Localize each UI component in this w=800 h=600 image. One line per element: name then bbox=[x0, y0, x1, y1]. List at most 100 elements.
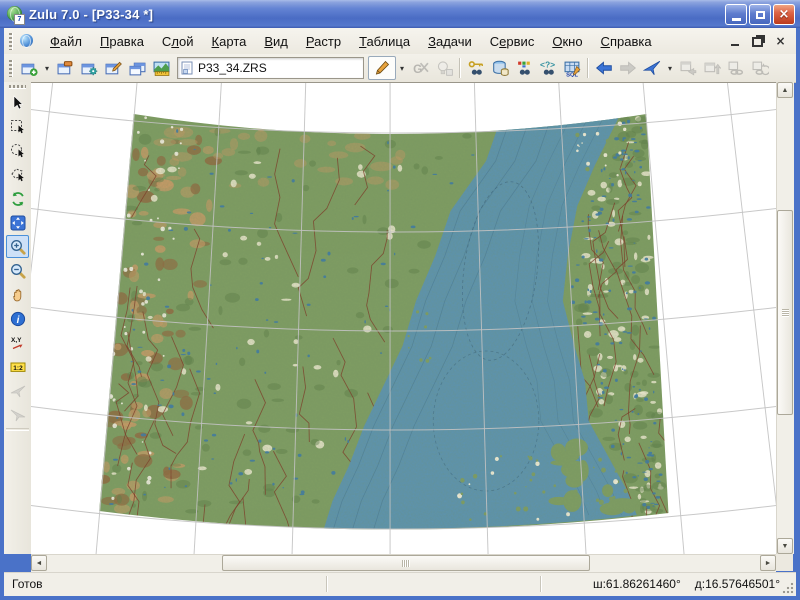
scroll-left-icon: ◄ bbox=[36, 560, 43, 567]
thumb-grip bbox=[402, 560, 410, 567]
menu-item-Вид[interactable]: Вид bbox=[255, 30, 297, 53]
zoom-out-tool-button[interactable] bbox=[6, 259, 29, 282]
refresh-link-button[interactable] bbox=[748, 57, 772, 80]
refresh-icon bbox=[10, 191, 26, 207]
vertical-scroll-thumb[interactable] bbox=[777, 210, 793, 415]
find-by-attribute-button[interactable] bbox=[512, 57, 536, 80]
bookmark-dropdown[interactable]: ▾ bbox=[664, 57, 676, 80]
map-raster bbox=[31, 83, 776, 555]
scroll-right-icon: ► bbox=[765, 560, 772, 567]
dropdown-icon: ▾ bbox=[665, 64, 676, 73]
group-edit-button[interactable]: G bbox=[408, 57, 432, 80]
pan-tool-button[interactable] bbox=[6, 283, 29, 306]
back-arrow-icon bbox=[595, 59, 613, 77]
minimize-icon bbox=[732, 18, 741, 21]
menu-item-Файл[interactable]: Файл bbox=[41, 30, 91, 53]
longitude-readout: д:16.57646501° bbox=[695, 577, 780, 591]
mdi-restore-button[interactable] bbox=[748, 32, 767, 49]
forward-button[interactable] bbox=[616, 57, 640, 80]
refresh-tool-button[interactable] bbox=[6, 187, 29, 210]
dropdown-icon: ▾ bbox=[42, 64, 53, 73]
resize-grip[interactable] bbox=[782, 582, 795, 595]
status-bar: Готов ш:61.86261460° д:16.57646501° bbox=[4, 572, 796, 596]
find-in-database-button[interactable] bbox=[488, 57, 512, 80]
dart-blue-icon bbox=[643, 59, 661, 77]
raster-button[interactable] bbox=[149, 57, 173, 80]
zoom-in-tool-button[interactable] bbox=[6, 235, 29, 258]
maximize-button[interactable] bbox=[749, 4, 771, 25]
select-polygon-tool-button[interactable] bbox=[6, 163, 29, 186]
select-circle-icon bbox=[10, 143, 26, 159]
back-button[interactable] bbox=[592, 57, 616, 80]
toolbar-grip[interactable] bbox=[9, 60, 13, 77]
menu-item-Задачи[interactable]: Задачи bbox=[419, 30, 481, 53]
edit-mode-dropdown[interactable]: ▾ bbox=[396, 57, 408, 80]
edit-mode-button[interactable] bbox=[368, 56, 396, 80]
horizontal-scroll-thumb[interactable] bbox=[222, 555, 590, 571]
info-tool-button[interactable]: i bbox=[6, 307, 29, 330]
fly-tool-button[interactable] bbox=[6, 379, 29, 402]
menu-item-Слой[interactable]: Слой bbox=[153, 30, 203, 53]
menu-item-Правка[interactable]: Правка bbox=[91, 30, 153, 53]
scroll-right-button[interactable]: ► bbox=[760, 555, 776, 571]
scale-tool-button[interactable]: 1:2 bbox=[6, 355, 29, 378]
pointer-tool-button[interactable] bbox=[6, 91, 29, 114]
pencil-icon bbox=[374, 60, 390, 76]
latitude-readout: ш:61.86261460° bbox=[593, 577, 681, 591]
status-divider bbox=[540, 576, 542, 592]
menu-item-Окно[interactable]: Окно bbox=[543, 30, 591, 53]
scroll-down-icon: ▼ bbox=[782, 543, 789, 550]
menu-item-Карта[interactable]: Карта bbox=[203, 30, 256, 53]
map-recent-button[interactable] bbox=[53, 57, 77, 80]
pointer-icon bbox=[10, 95, 26, 111]
scale-icon: 1:2 bbox=[10, 359, 26, 375]
open-map-button[interactable] bbox=[17, 57, 41, 80]
close-button[interactable]: × bbox=[773, 4, 795, 25]
mdi-close-button[interactable]: × bbox=[771, 32, 790, 49]
dock-grip[interactable] bbox=[9, 85, 26, 89]
find-by-code-button[interactable]: <?> bbox=[536, 57, 560, 80]
goto-xy-tool-button[interactable]: X,Y bbox=[6, 331, 29, 354]
full-extent-tool-button[interactable] bbox=[6, 211, 29, 234]
map-canvas[interactable] bbox=[31, 82, 776, 555]
document-globe-icon[interactable] bbox=[19, 33, 35, 49]
sql-query-button[interactable]: SQL bbox=[560, 57, 584, 80]
export-window-button[interactable] bbox=[676, 57, 700, 80]
menu-item-Растр[interactable]: Растр bbox=[297, 30, 350, 53]
menu-item-Таблица[interactable]: Таблица bbox=[350, 30, 419, 53]
vertical-scrollbar[interactable]: ▲ ▼ bbox=[776, 82, 794, 554]
info-icon: i bbox=[10, 311, 26, 327]
scroll-left-button[interactable]: ◄ bbox=[31, 555, 47, 571]
find-by-id-button[interactable] bbox=[464, 57, 488, 80]
map-properties-button[interactable] bbox=[77, 57, 101, 80]
menu-item-Сервис[interactable]: Сервис bbox=[481, 30, 544, 53]
map-gear-icon bbox=[81, 60, 98, 77]
scrollbar-corner bbox=[776, 554, 793, 571]
scroll-up-button[interactable]: ▲ bbox=[777, 82, 793, 98]
send-window-button[interactable] bbox=[700, 57, 724, 80]
database-search-icon bbox=[492, 60, 509, 77]
save-session-button[interactable] bbox=[432, 57, 456, 80]
mdi-minimize-button[interactable] bbox=[725, 32, 744, 49]
minimize-button[interactable] bbox=[725, 4, 747, 25]
scroll-down-button[interactable]: ▼ bbox=[777, 538, 793, 554]
forward-arrow-icon bbox=[619, 59, 637, 77]
app-globe-icon: 7 bbox=[7, 6, 24, 23]
window-arrow-icon bbox=[680, 60, 697, 77]
map-edit-button[interactable] bbox=[101, 57, 125, 80]
select-rectangle-tool-button[interactable] bbox=[6, 115, 29, 138]
open-map-dropdown[interactable]: ▾ bbox=[41, 57, 53, 80]
menubar-grip[interactable] bbox=[9, 33, 13, 50]
horizontal-scrollbar[interactable]: ◄ ► bbox=[31, 554, 776, 572]
active-map-combo[interactable]: P33_34.ZRS bbox=[177, 57, 364, 79]
menu-item-Справка[interactable]: Справка bbox=[592, 30, 661, 53]
windows-button[interactable] bbox=[125, 57, 149, 80]
fly-back-tool-button[interactable] bbox=[6, 403, 29, 426]
windows-icon bbox=[129, 60, 146, 77]
scroll-up-icon: ▲ bbox=[782, 87, 789, 94]
link-button[interactable] bbox=[724, 57, 748, 80]
dart-gray-flipped-icon bbox=[10, 407, 26, 423]
goto-bookmark-button[interactable] bbox=[640, 57, 664, 80]
select-circle-tool-button[interactable] bbox=[6, 139, 29, 162]
maximize-icon bbox=[756, 11, 765, 19]
